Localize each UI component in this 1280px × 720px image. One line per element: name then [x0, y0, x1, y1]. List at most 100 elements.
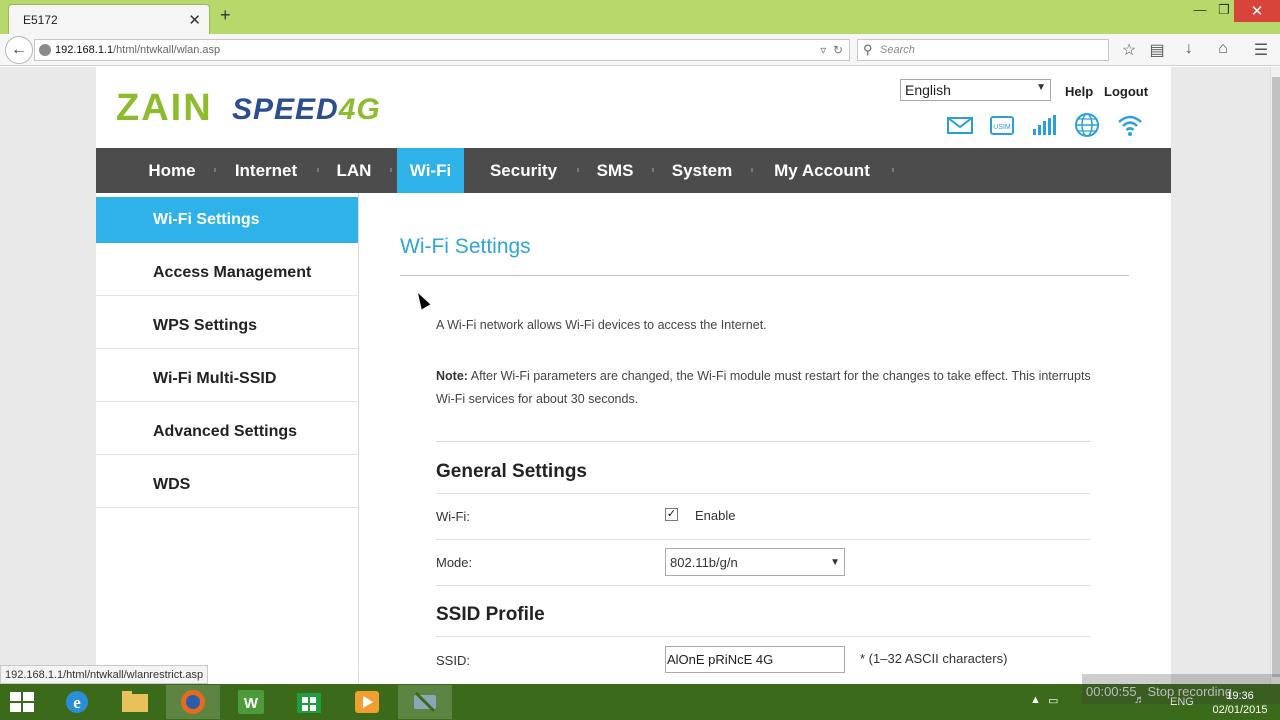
url-host: 192.168.1.1 — [55, 44, 114, 56]
note-label: Note: — [436, 369, 468, 383]
windows-start-icon[interactable] — [10, 692, 34, 712]
logout-link[interactable]: Logout — [1104, 84, 1148, 99]
menu-icon[interactable]: ☰ — [1250, 40, 1272, 60]
tray-flag-icon[interactable]: ▲ — [1030, 694, 1041, 706]
sidebar: Wi-Fi Settings Access Management WPS Set… — [96, 193, 359, 684]
internet-globe-icon — [1075, 113, 1099, 137]
browser-navbar: ← 192.168.1.1/html/ntwkall/wlan.asp ▿ ↻ … — [0, 34, 1280, 66]
browser-titlebar: E5172 ✕ + — ❐ ✕ — [0, 0, 1280, 34]
sidebar-item-advanced-settings[interactable]: Advanced Settings — [96, 409, 358, 455]
nav-wifi[interactable]: Wi-Fi — [397, 148, 464, 193]
usim-icon: USIM — [990, 116, 1014, 135]
main-nav: Home Internet LAN Wi-Fi Security SMS Sys… — [96, 148, 1171, 193]
status-link-url: 192.168.1.1/html/ntwkall/wlanrestrict.as… — [0, 665, 209, 684]
nav-separator — [751, 168, 753, 172]
description-text: A Wi-Fi network allows Wi-Fi devices to … — [436, 318, 767, 332]
sidebar-item-wds[interactable]: WDS — [96, 462, 358, 508]
router-page: ZAIN SPEED4G English ▼ Help Logout USIM … — [96, 67, 1171, 684]
reload-icon[interactable]: ▿ ↻ — [820, 43, 843, 57]
nav-sms[interactable]: SMS — [584, 148, 646, 193]
internet-explorer-icon[interactable]: e — [50, 685, 104, 719]
logo-zain: ZAIN — [116, 87, 213, 129]
wifi-icon — [1118, 115, 1142, 136]
ssid-hint: * (1–32 ASCII characters) — [860, 651, 1008, 666]
nav-separator — [652, 168, 654, 172]
note-body: After Wi-Fi parameters are changed, the … — [436, 369, 1091, 406]
svg-text:e: e — [73, 693, 81, 712]
search-input[interactable]: ⚲ Search — [857, 39, 1109, 61]
search-placeholder: Search — [880, 44, 915, 56]
back-arrow-icon[interactable]: ← — [5, 36, 33, 64]
main-content: Wi-Fi Settings A Wi-Fi network allows Wi… — [360, 193, 1171, 684]
svg-text:W: W — [244, 695, 259, 712]
bookmark-star-icon[interactable]: ☆ — [1118, 40, 1140, 60]
recording-time: 00:00:55 — [1086, 684, 1137, 699]
globe-icon — [39, 44, 51, 56]
chevron-down-icon: ▼ — [1036, 82, 1046, 93]
nav-separator — [892, 168, 894, 172]
ssid-label: SSID: — [436, 653, 470, 668]
page-viewport: ZAIN SPEED4G English ▼ Help Logout USIM … — [0, 67, 1270, 684]
close-window-icon[interactable]: ✕ — [1234, 0, 1280, 22]
download-icon[interactable]: ↓ — [1178, 40, 1200, 58]
sidebar-item-wifi-settings[interactable]: Wi-Fi Settings — [96, 197, 358, 243]
scrollbar-thumb[interactable] — [1272, 77, 1280, 677]
help-link[interactable]: Help — [1065, 84, 1093, 99]
row-divider — [436, 493, 1090, 494]
title-divider — [400, 275, 1129, 276]
nav-my-account[interactable]: My Account — [758, 148, 886, 193]
sidebar-item-access-management[interactable]: Access Management — [96, 250, 358, 296]
nav-lan[interactable]: LAN — [324, 148, 384, 193]
nav-internet[interactable]: Internet — [221, 148, 311, 193]
chevron-down-icon: ▼ — [830, 557, 840, 568]
row-divider — [436, 539, 1090, 540]
nav-system[interactable]: System — [659, 148, 745, 193]
wifi-label: Wi-Fi: — [436, 509, 470, 524]
clock-time: 19:36 — [1226, 690, 1254, 702]
media-player-icon[interactable] — [340, 685, 394, 719]
sidebar-item-wps-settings[interactable]: WPS Settings — [96, 303, 358, 349]
section-divider — [436, 441, 1090, 442]
word-app-icon[interactable]: W — [224, 685, 278, 719]
logo-speed4g: SPEED4G — [232, 93, 381, 126]
tab-title: E5172 — [23, 13, 58, 27]
tab-close-icon[interactable]: ✕ — [188, 11, 201, 29]
new-tab-button[interactable]: + — [220, 5, 231, 26]
row-divider — [436, 585, 1090, 586]
firefox-icon[interactable] — [166, 685, 220, 719]
nav-home[interactable]: Home — [136, 148, 208, 193]
nav-security[interactable]: Security — [476, 148, 571, 193]
language-value: English — [905, 82, 951, 98]
wifi-enable-checkbox[interactable]: ✓ — [665, 508, 678, 521]
clock-date: 02/01/2015 — [1212, 704, 1268, 716]
page-scrollbar[interactable] — [1270, 67, 1280, 684]
signal-strength-icon — [1033, 115, 1056, 135]
url-path: /html/ntwkall/wlan.asp — [113, 44, 221, 56]
language-select[interactable]: English ▼ — [900, 79, 1051, 101]
page-title: Wi-Fi Settings — [400, 235, 531, 258]
ssid-input[interactable]: AlOnE pRiNcE 4G — [665, 646, 845, 673]
nav-separator — [390, 168, 392, 172]
mode-label: Mode: — [436, 555, 473, 570]
network-tool-icon[interactable] — [398, 685, 452, 719]
nav-separator — [214, 168, 216, 172]
mode-select[interactable]: 802.11b/g/n ▼ — [665, 548, 845, 576]
tray-action-center-icon[interactable]: ▭ — [1048, 694, 1058, 707]
file-explorer-icon[interactable] — [108, 685, 162, 719]
store-icon[interactable] — [282, 685, 336, 719]
mode-value: 802.11b/g/n — [670, 555, 738, 570]
note-text: Note: After Wi-Fi parameters are changed… — [436, 365, 1096, 411]
ssid-profile-heading: SSID Profile — [436, 604, 545, 625]
taskbar-clock[interactable]: 19:36 02/01/2015 — [1205, 689, 1275, 717]
svg-text:USIM: USIM — [993, 124, 1011, 131]
reading-list-icon[interactable]: ▤ — [1146, 40, 1168, 60]
home-icon[interactable]: ⌂ — [1212, 40, 1234, 58]
message-icon[interactable] — [946, 111, 974, 139]
url-bar[interactable]: 192.168.1.1/html/ntwkall/wlan.asp ▿ ↻ — [34, 39, 850, 61]
sidebar-item-wifi-multi-ssid[interactable]: Wi-Fi Multi-SSID — [96, 356, 358, 402]
nav-separator — [577, 168, 579, 172]
nav-separator — [317, 168, 319, 172]
browser-tab[interactable]: E5172 ✕ — [8, 4, 210, 34]
general-settings-heading: General Settings — [436, 461, 587, 482]
wifi-enable-label[interactable]: Enable — [695, 508, 735, 523]
